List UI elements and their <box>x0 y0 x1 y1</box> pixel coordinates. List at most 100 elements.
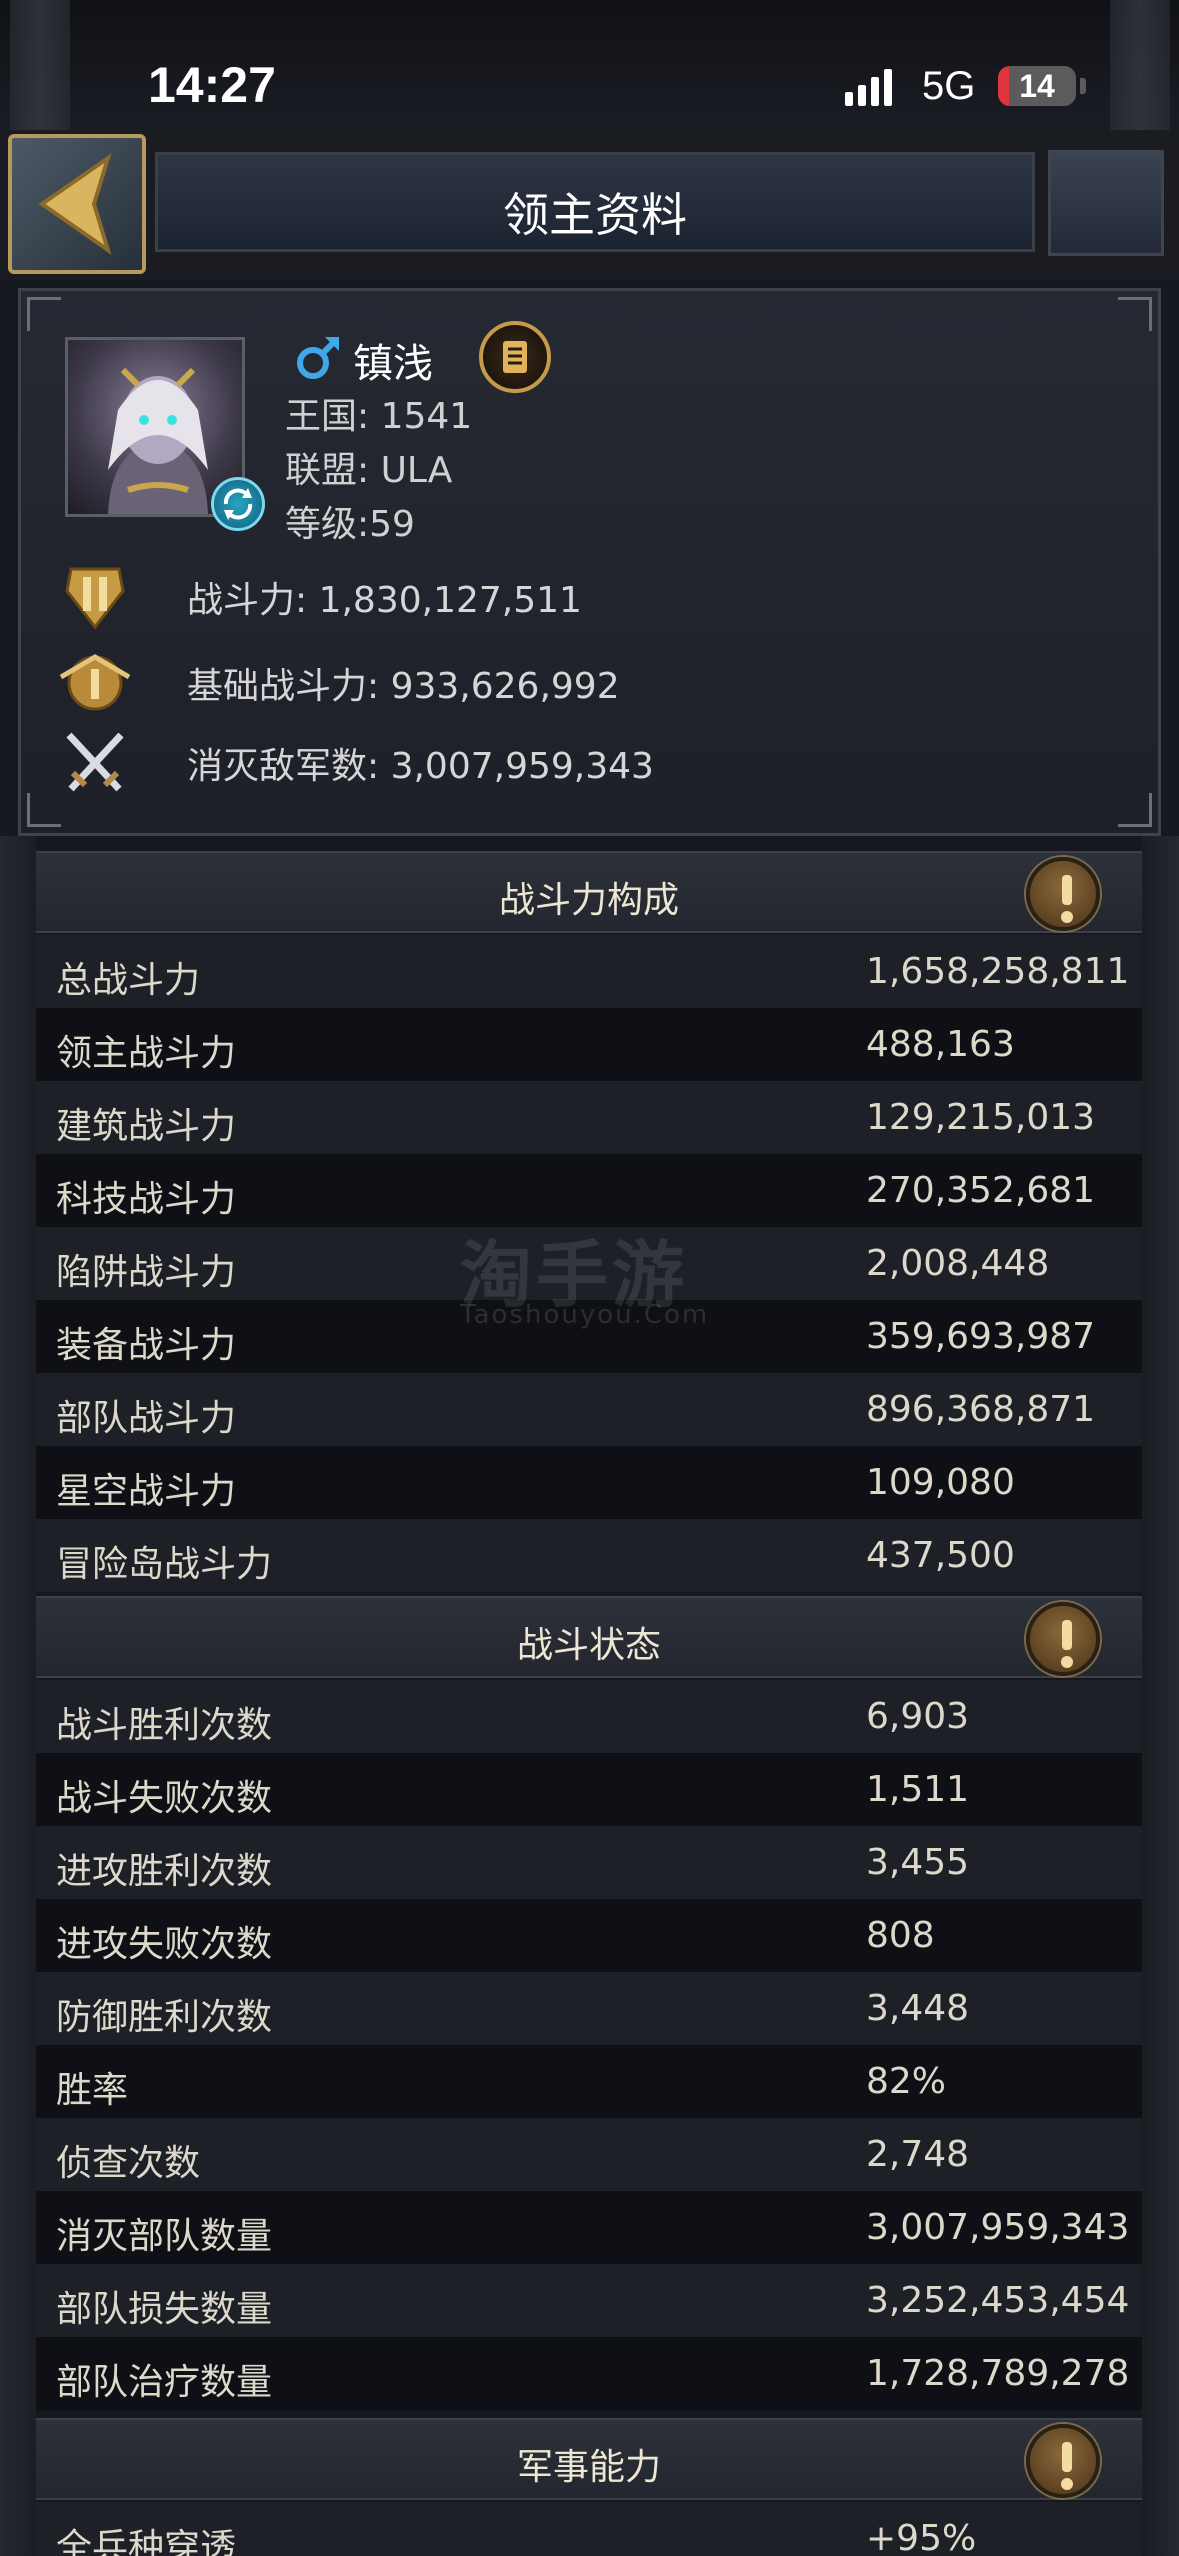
info-button[interactable] <box>1026 857 1100 931</box>
corner-decoration <box>27 793 61 827</box>
back-button[interactable] <box>8 134 146 274</box>
row-label: 部队战斗力 <box>56 1398 237 1439</box>
row-label: 科技战斗力 <box>56 1179 237 1220</box>
table-row: 总战斗力 1,658,258,811 <box>36 935 1142 1008</box>
table-row: 全兵种穿透 +95% <box>36 2502 1142 2556</box>
table-row: 星空战斗力 109,080 <box>36 1446 1142 1519</box>
row-label: 星空战斗力 <box>56 1471 237 1512</box>
signal-icon <box>845 69 892 106</box>
row-value: 109,080 <box>866 1462 1015 1503</box>
network-label: 5G <box>922 64 976 108</box>
header-emblem <box>1048 150 1164 256</box>
row-value: 1,658,258,811 <box>866 951 1130 992</box>
crossed-swords-icon <box>66 732 124 792</box>
refresh-avatar-icon[interactable] <box>211 477 265 531</box>
row-value: 488,163 <box>866 1024 1015 1065</box>
corner-decoration <box>27 297 61 331</box>
row-label: 防御胜利次数 <box>56 1997 273 2038</box>
row-label: 胜率 <box>56 2070 129 2111</box>
table-row: 进攻失败次数 808 <box>36 1899 1142 1972</box>
row-value: +95% <box>866 2518 977 2556</box>
table-row: 防御胜利次数 3,448 <box>36 1972 1142 2045</box>
row-value: 359,693,987 <box>866 1316 1096 1357</box>
exclamation-icon <box>1062 875 1072 905</box>
table-row: 建筑战斗力 129,215,013 <box>36 1081 1142 1154</box>
title-plate: 领主资料 <box>155 152 1035 252</box>
row-label: 领主战斗力 <box>56 1033 237 1074</box>
side-decoration-left <box>0 836 36 2556</box>
row-value: 2,008,448 <box>866 1243 1050 1284</box>
profile-panel: 镇浅 王国: 1541 联盟: ULA 等级:59 战斗力: 1,830,127… <box>18 288 1161 836</box>
status-bar: 14:27 5G 14 <box>0 0 1179 130</box>
row-label: 部队损失数量 <box>56 2289 273 2330</box>
row-label: 总战斗力 <box>56 960 201 1001</box>
power-stat-text: 战斗力: 1,830,127,511 <box>187 580 582 621</box>
row-value: 437,500 <box>866 1535 1015 1576</box>
info-button[interactable] <box>1026 2424 1100 2498</box>
section-title: 军事能力 <box>516 2447 661 2488</box>
row-value: 3,455 <box>866 1842 970 1883</box>
row-value: 896,368,871 <box>866 1389 1096 1430</box>
pillar-decoration <box>10 0 70 130</box>
section-title: 战斗力构成 <box>498 880 679 921</box>
row-label: 侦查次数 <box>56 2143 201 2184</box>
exclamation-icon <box>1062 1620 1072 1650</box>
row-value: 1,511 <box>866 1769 970 1810</box>
corner-decoration <box>1118 793 1152 827</box>
row-label: 陷阱战斗力 <box>56 1252 237 1293</box>
battery-icon: 14 <box>998 66 1076 106</box>
section-header-battle: 战斗状态 <box>36 1596 1142 1678</box>
table-row: 部队损失数量 3,252,453,454 <box>36 2264 1142 2337</box>
table-row: 胜率 82% <box>36 2045 1142 2118</box>
table-row: 进攻胜利次数 3,455 <box>36 1826 1142 1899</box>
page-title: 领主资料 <box>503 188 687 242</box>
row-label: 装备战斗力 <box>56 1325 237 1366</box>
table-row: 部队治疗数量 1,728,789,278 <box>36 2337 1142 2410</box>
base-power-stat-text: 基础战斗力: 933,626,992 <box>187 666 620 707</box>
battery-level: 14 <box>1019 68 1055 104</box>
table-row: 领主战斗力 488,163 <box>36 1008 1142 1081</box>
document-icon <box>503 341 527 373</box>
row-value: 1,728,789,278 <box>866 2353 1130 2394</box>
section-title: 战斗状态 <box>516 1625 661 1666</box>
row-label: 冒险岛战斗力 <box>56 1544 273 1585</box>
table-row: 战斗失败次数 1,511 <box>36 1753 1142 1826</box>
row-label: 全兵种穿透 <box>56 2527 237 2556</box>
base-power-stat: 基础战斗力: 933,626,992 <box>51 647 751 717</box>
kills-stat-text: 消灭敌军数: 3,007,959,343 <box>187 746 654 787</box>
row-label: 战斗失败次数 <box>56 1778 273 1819</box>
row-value: 270,352,681 <box>866 1170 1096 1211</box>
table-row: 消灭部队数量 3,007,959,343 <box>36 2191 1142 2264</box>
base-power-emblem-icon <box>59 654 131 711</box>
table-row: 部队战斗力 896,368,871 <box>36 1373 1142 1446</box>
row-label: 部队治疗数量 <box>56 2362 273 2403</box>
watermark-subtext: Taoshouyou.Com <box>460 1300 710 1330</box>
row-label: 建筑战斗力 <box>56 1106 237 1147</box>
row-label: 进攻失败次数 <box>56 1924 273 1965</box>
section-header-military: 军事能力 <box>36 2418 1142 2500</box>
table-row: 冒险岛战斗力 437,500 <box>36 1519 1142 1592</box>
table-row: 侦查次数 2,748 <box>36 2118 1142 2191</box>
pillar-decoration <box>1110 0 1170 130</box>
row-value: 3,007,959,343 <box>866 2207 1130 2248</box>
power-stat: 战斗力: 1,830,127,511 <box>51 561 751 631</box>
player-name: 镇浅 <box>353 341 433 387</box>
power-shield-icon <box>65 567 125 630</box>
side-decoration-right <box>1142 836 1179 2556</box>
battery-tip <box>1080 78 1086 94</box>
section-header-power: 战斗力构成 <box>36 851 1142 933</box>
row-value: 2,748 <box>866 2134 970 2175</box>
info-button[interactable] <box>1026 1602 1100 1676</box>
kingdom-info: 王国: 1541 <box>285 396 473 437</box>
row-value: 3,448 <box>866 1988 970 2029</box>
row-label: 进攻胜利次数 <box>56 1851 273 1892</box>
table-row: 战斗胜利次数 6,903 <box>36 1680 1142 1753</box>
row-value: 6,903 <box>866 1696 970 1737</box>
row-value: 129,215,013 <box>866 1097 1096 1138</box>
row-label: 战斗胜利次数 <box>56 1705 273 1746</box>
header: 领主资料 <box>0 130 1179 280</box>
report-button[interactable] <box>479 321 551 393</box>
status-time: 14:27 <box>148 57 276 113</box>
kills-stat: 消灭敌军数: 3,007,959,343 <box>51 727 751 797</box>
alliance-info[interactable]: 联盟: ULA <box>285 441 452 493</box>
